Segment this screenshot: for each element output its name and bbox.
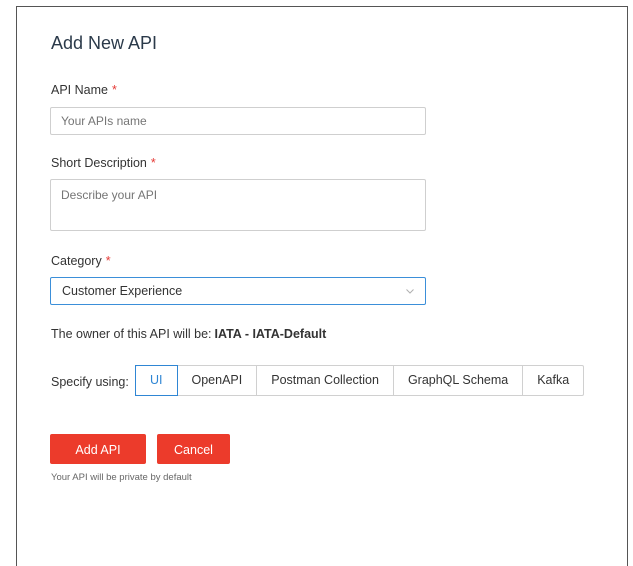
specify-option-kafka[interactable]: Kafka [523,366,583,395]
short-description-label-text: Short Description [51,156,147,170]
category-select[interactable]: Customer Experience [50,277,426,305]
short-description-input[interactable] [50,179,426,231]
owner-line: The owner of this API will be: IATA - IAT… [51,327,326,341]
add-api-button[interactable]: Add API [50,434,146,464]
required-marker: * [105,254,111,268]
specify-using-label: Specify using: [51,375,129,389]
short-description-label: Short Description * [51,156,156,170]
required-marker: * [150,156,156,170]
add-api-panel: Add New API API Name* Short Description*… [16,6,628,566]
chevron-down-icon [406,289,414,294]
specify-option-postman-collection[interactable]: Postman Collection [257,366,394,395]
specify-using-toggle: UI OpenAPI Postman Collection GraphQL Sc… [135,365,585,396]
private-note: Your API will be private by default [51,472,192,483]
owner-prefix: The owner of this API will be: [51,327,212,341]
api-name-input[interactable] [50,107,426,135]
category-label-text: Category [51,254,102,268]
owner-value: IATA - IATA-Default [214,327,327,341]
category-selected-value: Customer Experience [62,284,183,298]
required-marker: * [111,83,117,97]
page-title: Add New API [51,33,158,53]
cancel-button[interactable]: Cancel [157,434,230,464]
specify-option-graphql-schema[interactable]: GraphQL Schema [394,366,524,395]
specify-option-ui[interactable]: UI [135,365,178,396]
specify-option-openapi[interactable]: OpenAPI [178,366,258,395]
api-name-label-text: API Name [51,83,108,97]
category-label: Category * [51,254,111,268]
api-name-label: API Name * [51,83,117,97]
